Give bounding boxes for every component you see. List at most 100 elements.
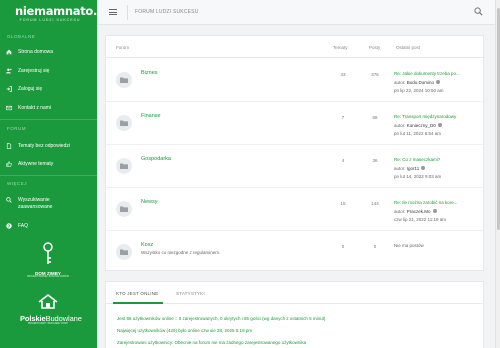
topics-count: 15 [340,201,346,206]
last-post-date: pn lip 22, 2024 10:50 am [394,88,444,93]
home-icon [6,49,12,55]
sidebar-item-login[interactable]: Zaloguj się [6,86,94,93]
topics-count: 4 [341,158,345,163]
author-name[interactable]: Igor11 [407,166,419,171]
tab-who-is-online[interactable]: KTO JEST ONLINE [116,291,158,296]
posts-count: 36 [372,158,378,163]
sidebar: niemamnato. FORUM LUDZI SUKCESU GLOBALNE… [0,0,97,348]
forum-folder-icon [116,158,132,174]
last-post-author: autor: Igor11 [394,165,482,174]
sponsor-wordmark: PolskieBudowlane [20,314,82,323]
posts-count: 68 [372,115,378,120]
author-name[interactable]: Konieczny_D0 [407,123,436,128]
sidebar-item-label: Tematy bez odpowiedzi [18,143,70,149]
view-latest-post-icon[interactable] [432,209,437,214]
author-name[interactable]: Bodo.Domino [407,80,434,85]
online-registered: Zarejestrowani użytkownicy: Obecnie na f… [117,340,307,345]
sponsor-badge-polskie-budowlane[interactable]: PolskieBudowlane PROJEKTUJEMY I BUDUJEMY… [20,293,82,325]
top-bar: FORUM LUDZI SUKCESU [97,0,500,25]
sidebar-item-label: Zaloguj się [18,86,43,92]
topics-count: 0 [341,244,345,249]
question-circle-icon: ? [6,223,12,229]
logo-tagline: FORUM LUDZI SUKCESU [19,18,81,22]
author-label: autor: [394,165,406,171]
forum-name-link[interactable]: Kosz [141,242,153,248]
sponsor-badge-dom-zimby[interactable]: DOM ZIMBY PROJEKTOWANIE I BUDOWA DOMÓW [20,242,76,278]
sidebar-item-faq[interactable]: ? FAQ [6,223,94,230]
forum-row: Kosz Wszystko co niezgodne z regulaminem.… [106,231,483,274]
who-is-online: KTO JEST ONLINE STATYSTYKI Jest 86 użytk… [105,281,484,348]
forum-name-link[interactable]: Newsy [141,199,158,205]
sidebar-item-unanswered[interactable]: Tematy bez odpowiedzi [6,143,94,150]
last-post: Re: Transport międzynarodowy autor: Konie… [394,113,482,139]
sidebar-item-active[interactable]: Aktywne tematy [6,161,94,168]
last-post-date: pn lut 14, 2022 9:03 am [394,174,442,179]
author-name[interactable]: Praczek.Mo [407,209,431,214]
author-label: autor: [394,79,406,85]
last-post-author: autor: Konieczny_D0 [394,122,482,131]
search-icon[interactable] [474,7,483,16]
col-topics: Tematy [333,45,348,50]
online-count: Jest 86 użytkowników online :: 0 zarejes… [117,316,326,321]
site-logo[interactable]: niemamnato. FORUM LUDZI SUKCESU [15,5,97,22]
posts-count: 376 [371,72,379,77]
sidebar-item-label: Aktywne tematy [18,161,54,167]
online-tabs: KTO JEST ONLINE STATYSTYKI [106,282,483,304]
forum-name-link[interactable]: Biznes [141,70,158,76]
col-forum: Forum [116,45,130,50]
forum-name-link[interactable]: Finanse [141,113,161,119]
last-post-title[interactable]: Re: Ile można zarobić na kore... [394,199,482,208]
last-post-title[interactable]: Re: Co z maseczkami? [394,156,482,165]
sidebar-item-label: Strona domowa [18,49,54,55]
view-latest-post-icon[interactable] [421,166,426,171]
sidebar-divider [0,175,97,176]
last-post-date: pn lut 11, 2022 6:54 am [394,131,441,136]
sidebar-item-register[interactable]: Zarejestruj się [6,68,94,75]
section-label-more: WIĘCEJ [7,181,28,186]
last-post-title[interactable]: Re: Transport międzynarodowy [394,113,482,122]
section-label-global: GLOBALNE [7,34,36,39]
forum-row: Finanse 7 68 Re: Transport międzynarodowy au… [106,102,483,145]
sidebar-item-contact[interactable]: Kontakt z nami [6,105,94,112]
col-posts: Posty [369,45,381,50]
forum-row: Gospodarka 4 36 Re: Co z maseczkami? autor: … [106,145,483,188]
section-label-forum: FORUM [7,126,26,131]
sidebar-item-label: Wyszukiwanie zaawansowane [18,197,53,210]
last-post: Nie ma postów [394,242,482,251]
forum-folder-icon [116,244,132,260]
sidebar-item-advanced-search[interactable]: Wyszukiwanie zaawansowane [6,197,94,211]
forum-row: Biznes 33 376 Re: Jakie dokumenty trzeba po… [106,59,483,102]
col-last-post: Ostatni post [396,45,421,50]
view-latest-post-icon[interactable] [436,80,441,85]
file-icon [6,143,12,149]
topics-count: 7 [341,115,345,120]
hamburger-menu-icon[interactable] [109,9,117,15]
forum-list: Forum Tematy Posty Ostatni post Biznes 33… [105,35,484,271]
author-label: autor: [394,122,406,128]
breadcrumb[interactable]: FORUM LUDZI SUKCESU [135,9,199,15]
online-record: Najwięcej użytkowników (429) było online… [117,328,253,333]
view-latest-post-icon[interactable] [437,123,442,128]
sidebar-item-label: FAQ [18,223,29,229]
forum-row: Newsy 15 144 Re: Ile można zarobić na kore.… [106,188,483,231]
search-icon [6,197,12,203]
forum-folder-icon [116,201,132,217]
page-scrollbar[interactable] [495,0,500,348]
last-post-author: autor: Bodo.Domino [394,79,482,88]
sidebar-item-home[interactable]: Strona domowa [6,49,94,56]
sign-in-icon [6,86,12,92]
forum-description: Wszystko co niezgodne z regulaminem. [141,250,221,255]
last-post-title[interactable]: Re: Jakie dokumenty trzeba po... [394,70,482,79]
sponsor-wordmark-part1: Polskie [20,314,46,323]
last-post-author: autor: Praczek.Mo [394,208,482,217]
forum-folder-icon [116,72,132,88]
envelope-icon [6,105,12,111]
last-post: Re: Co z maseczkami? autor: Igor11 pn lut … [394,156,482,182]
tab-statistics[interactable]: STATYSTYKI [176,291,205,296]
house-logo-icon [38,293,58,309]
topics-count: 33 [340,72,346,77]
forum-name-link[interactable]: Gospodarka [141,156,171,162]
user-plus-icon [6,68,12,74]
sidebar-divider [0,119,97,120]
sponsor-subtitle: PROJEKTOWANIE I BUDOWA DOMÓW [27,276,69,278]
